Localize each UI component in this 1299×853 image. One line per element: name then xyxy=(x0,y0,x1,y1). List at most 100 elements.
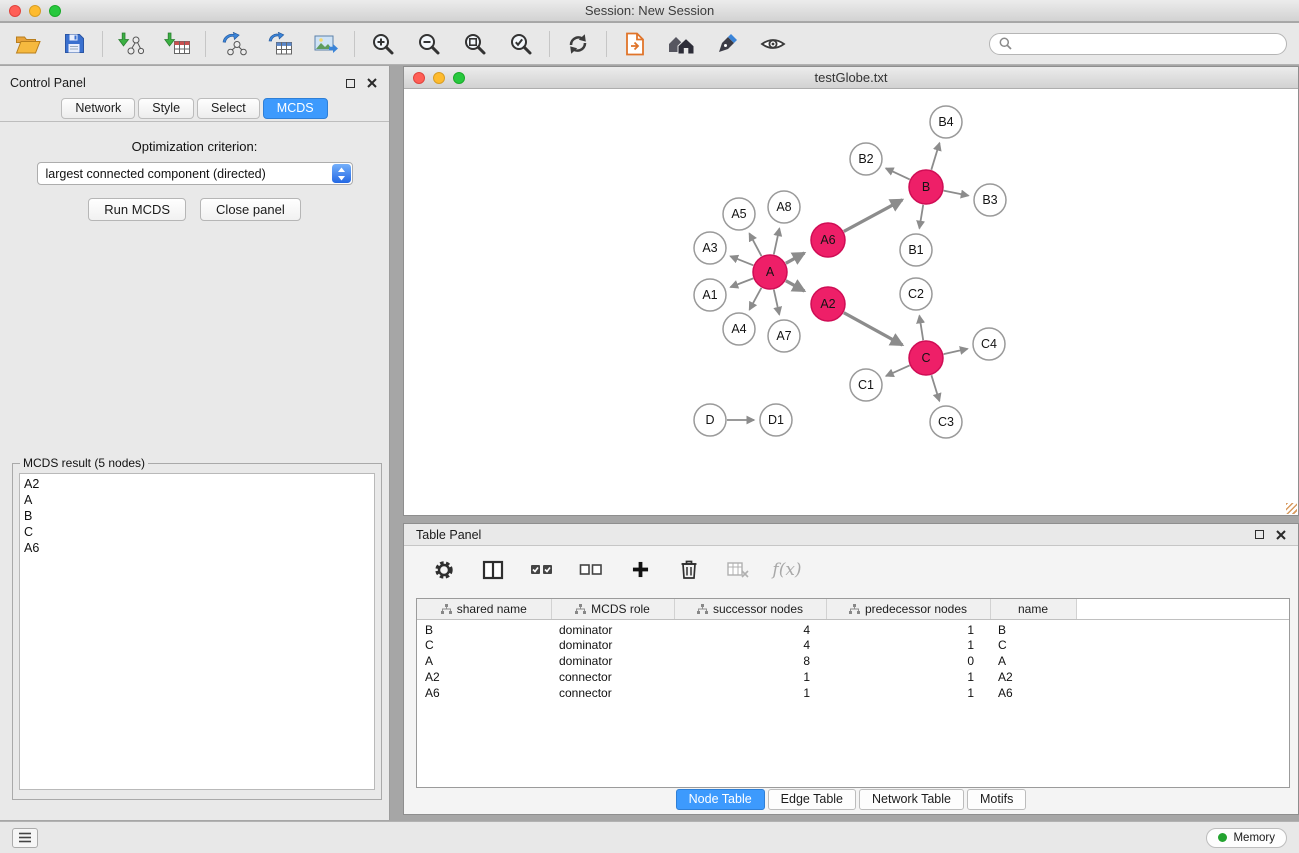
table-row[interactable]: A2connector11A2 xyxy=(417,669,1289,685)
zoom-window-icon[interactable] xyxy=(453,72,465,84)
table-cell[interactable]: connector xyxy=(551,669,674,685)
table-cell[interactable]: dominator xyxy=(551,637,674,653)
column-header-successor-nodes[interactable]: successor nodes xyxy=(674,599,826,619)
tab-motifs[interactable]: Motifs xyxy=(967,789,1026,810)
table-row[interactable]: Cdominator41C xyxy=(417,637,1289,653)
table-cell[interactable]: dominator xyxy=(551,653,674,669)
column-header-mcds-role[interactable]: MCDS role xyxy=(551,599,674,619)
close-panel-icon[interactable] xyxy=(367,78,377,88)
graph-node-A8[interactable]: A8 xyxy=(768,191,800,223)
tab-select[interactable]: Select xyxy=(197,98,260,119)
search-input[interactable] xyxy=(1018,36,1277,52)
graph-node-A6[interactable]: A6 xyxy=(811,223,845,257)
zoom-window-icon[interactable] xyxy=(49,5,61,17)
graph-edge-A-A2[interactable] xyxy=(786,281,805,291)
graph-node-D[interactable]: D xyxy=(694,404,726,436)
table-cell[interactable]: 4 xyxy=(674,637,826,653)
memory-button[interactable]: Memory xyxy=(1206,828,1287,848)
close-panel-icon[interactable] xyxy=(1276,530,1286,540)
tab-style[interactable]: Style xyxy=(138,98,194,119)
graph-edge-A2-C[interactable] xyxy=(844,313,903,345)
graph-edge-A-A5[interactable] xyxy=(749,233,761,256)
graph-edge-A-A8[interactable] xyxy=(774,229,780,255)
result-item[interactable]: B xyxy=(24,508,370,524)
graph-node-B2[interactable]: B2 xyxy=(850,143,882,175)
table-cell[interactable]: 1 xyxy=(674,685,826,701)
float-panel-icon[interactable] xyxy=(346,79,355,88)
graph-node-B1[interactable]: B1 xyxy=(900,234,932,266)
delete-column-button[interactable] xyxy=(676,556,702,584)
table-cell[interactable]: 1 xyxy=(674,669,826,685)
table-cell[interactable]: B xyxy=(417,619,551,637)
import-table-file-button[interactable] xyxy=(159,28,195,60)
result-item[interactable]: A2 xyxy=(24,476,370,492)
tab-network-table[interactable]: Network Table xyxy=(859,789,964,810)
zoom-selected-button[interactable] xyxy=(503,28,539,60)
import-network-file-button[interactable] xyxy=(113,28,149,60)
graph-edge-B-B2[interactable] xyxy=(886,168,910,179)
graph-node-A[interactable]: A xyxy=(753,255,787,289)
graph-edge-A-A3[interactable] xyxy=(730,256,753,265)
minimize-window-icon[interactable] xyxy=(433,72,445,84)
criterion-dropdown[interactable]: largest connected component (directed) xyxy=(37,162,353,185)
apply-layout-button[interactable] xyxy=(560,28,596,60)
graph-edge-A-A7[interactable] xyxy=(774,290,780,315)
graph-node-A4[interactable]: A4 xyxy=(723,313,755,345)
close-panel-button[interactable]: Close panel xyxy=(200,198,301,221)
table-row[interactable]: A6connector11A6 xyxy=(417,685,1289,701)
table-row[interactable]: Adominator80A xyxy=(417,653,1289,669)
table-row[interactable]: Bdominator41B xyxy=(417,619,1289,637)
zoom-in-button[interactable] xyxy=(365,28,401,60)
graph-node-A2[interactable]: A2 xyxy=(811,287,845,321)
first-neighbors-button[interactable] xyxy=(663,28,699,60)
graph-edge-A-A4[interactable] xyxy=(750,288,762,310)
zoom-out-button[interactable] xyxy=(411,28,447,60)
column-header-shared-name[interactable]: shared name xyxy=(417,599,551,619)
graph-edge-C-C3[interactable] xyxy=(931,375,939,401)
table-cell[interactable]: A2 xyxy=(990,669,1076,685)
run-mcds-button[interactable]: Run MCDS xyxy=(88,198,186,221)
graph-edge-A-A6[interactable] xyxy=(786,253,805,263)
graph-node-C2[interactable]: C2 xyxy=(900,278,932,310)
graph-node-B4[interactable]: B4 xyxy=(930,106,962,138)
toolbar-search-field[interactable] xyxy=(989,33,1287,55)
export-image-button[interactable] xyxy=(308,28,344,60)
graph-edge-C-C2[interactable] xyxy=(919,316,923,341)
tab-node-table[interactable]: Node Table xyxy=(676,789,765,810)
graph-node-A1[interactable]: A1 xyxy=(694,279,726,311)
graph-node-C3[interactable]: C3 xyxy=(930,406,962,438)
network-window-titlebar[interactable]: testGlobe.txt xyxy=(404,67,1298,89)
tab-edge-table[interactable]: Edge Table xyxy=(768,789,856,810)
network-overview-button[interactable] xyxy=(617,28,653,60)
graph-node-A5[interactable]: A5 xyxy=(723,198,755,230)
table-cell[interactable]: connector xyxy=(551,685,674,701)
result-item[interactable]: A xyxy=(24,492,370,508)
graph-edge-B-B1[interactable] xyxy=(919,205,923,229)
minimize-window-icon[interactable] xyxy=(29,5,41,17)
column-settings-button[interactable] xyxy=(480,556,506,584)
graph-node-D1[interactable]: D1 xyxy=(760,404,792,436)
graph-node-B[interactable]: B xyxy=(909,170,943,204)
delete-table-button[interactable] xyxy=(725,556,751,584)
result-item[interactable]: C xyxy=(24,524,370,540)
network-graph[interactable]: AA1A2A3A4A5A6A7A8BB1B2B3B4CC1C2C3C4DD1 xyxy=(404,89,1298,515)
graph-node-A3[interactable]: A3 xyxy=(694,232,726,264)
graph-edge-A6-B[interactable] xyxy=(844,200,903,232)
deselect-all-button[interactable] xyxy=(578,556,604,584)
main-titlebar[interactable]: Session: New Session xyxy=(0,0,1299,22)
export-table-button[interactable] xyxy=(262,28,298,60)
graph-node-C4[interactable]: C4 xyxy=(973,328,1005,360)
graph-node-C[interactable]: C xyxy=(909,341,943,375)
table-cell[interactable]: C xyxy=(990,637,1076,653)
save-session-button[interactable] xyxy=(56,28,92,60)
resize-grip[interactable] xyxy=(1286,503,1297,514)
tab-network[interactable]: Network xyxy=(61,98,135,119)
table-cell[interactable]: A2 xyxy=(417,669,551,685)
close-window-icon[interactable] xyxy=(9,5,21,17)
column-header-name[interactable]: name xyxy=(990,599,1076,619)
table-cell[interactable]: 0 xyxy=(826,653,990,669)
table-settings-button[interactable] xyxy=(431,556,457,584)
float-panel-icon[interactable] xyxy=(1255,530,1264,539)
column-header-predecessor-nodes[interactable]: predecessor nodes xyxy=(826,599,990,619)
result-item[interactable]: A6 xyxy=(24,540,370,556)
